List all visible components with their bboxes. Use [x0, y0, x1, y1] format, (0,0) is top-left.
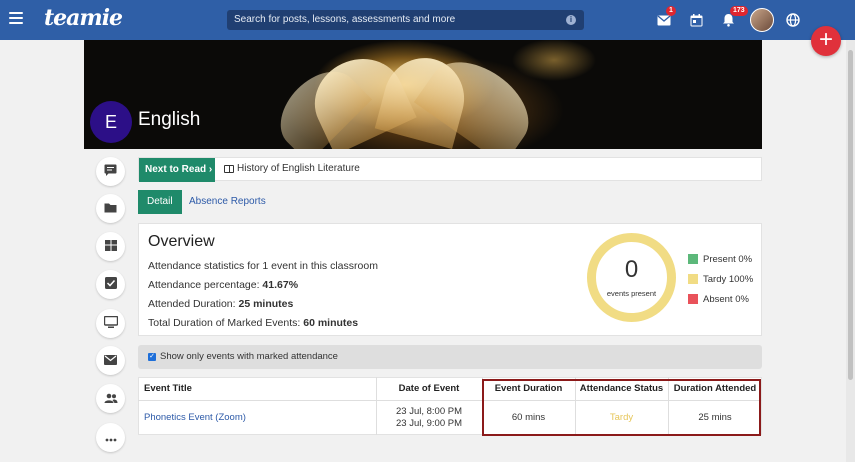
side-messages-button[interactable]	[96, 346, 125, 375]
calendar-icon[interactable]	[686, 10, 706, 30]
marked-attendance-label[interactable]: Show only events with marked attendance	[160, 351, 338, 362]
attendance-percentage: Attendance percentage: 41.67%	[148, 279, 299, 291]
scrollbar-thumb[interactable]	[848, 50, 853, 380]
side-monitor-button[interactable]	[96, 309, 125, 338]
user-avatar[interactable]	[750, 8, 774, 32]
highlight-box	[482, 379, 761, 436]
legend-tardy-swatch	[688, 274, 698, 284]
side-chat-button[interactable]	[96, 157, 125, 186]
legend-absent-swatch	[688, 294, 698, 304]
attended-duration-value: 25 minutes	[238, 298, 294, 310]
search-input[interactable]: Search for posts, lessons, assessments a…	[227, 10, 584, 30]
dashboard-icon	[104, 239, 117, 254]
legend-tardy: Tardy 100%	[703, 274, 754, 285]
search-placeholder: Search for posts, lessons, assessments a…	[234, 14, 456, 25]
total-duration-value: 60 minutes	[303, 317, 359, 329]
classroom-avatar: E	[90, 101, 132, 143]
monitor-icon	[103, 315, 118, 331]
total-duration: Total Duration of Marked Events: 60 minu…	[148, 317, 359, 329]
globe-icon[interactable]	[783, 10, 803, 30]
attendance-percentage-value: 41.67%	[262, 279, 299, 291]
book-icon	[224, 165, 234, 173]
event-date-end: 23 Jul, 9:00 PM	[395, 418, 462, 429]
header-event-title[interactable]: Event Title	[144, 377, 192, 401]
side-attendance-button[interactable]	[96, 270, 125, 299]
people-icon	[104, 392, 118, 406]
mail-icon	[104, 354, 117, 368]
side-more-button[interactable]	[96, 423, 125, 452]
event-date-start: 23 Jul, 8:00 PM	[395, 406, 462, 417]
legend-present-swatch	[688, 254, 698, 264]
teamie-logo[interactable]: teamie	[44, 5, 123, 31]
attendance-statistics-text: Attendance statistics for 1 event in thi…	[148, 260, 378, 272]
info-icon[interactable]: i	[566, 15, 576, 25]
more-icon	[105, 431, 117, 445]
menu-icon[interactable]	[9, 12, 23, 24]
side-folder-button[interactable]	[96, 194, 125, 223]
create-button[interactable]: +	[811, 26, 841, 56]
next-to-read-item[interactable]: History of English Literature	[237, 163, 360, 174]
event-date: 23 Jul, 8:00 PM 23 Jul, 9:00 PM	[376, 406, 482, 430]
checkbox-icon	[104, 277, 117, 292]
header-date-of-event[interactable]: Date of Event	[376, 377, 482, 401]
side-people-button[interactable]	[96, 384, 125, 413]
notifications-badge: 173	[730, 6, 748, 16]
legend-absent: Absent 0%	[703, 294, 749, 305]
classroom-title: English	[138, 109, 201, 130]
marked-attendance-checkbox[interactable]: ✓	[148, 353, 156, 361]
overview-title: Overview	[148, 233, 215, 250]
attended-duration: Attended Duration: 25 minutes	[148, 298, 294, 310]
tab-absence-reports[interactable]: Absence Reports	[180, 190, 275, 214]
chat-icon	[104, 164, 117, 179]
event-title-link[interactable]: Phonetics Event (Zoom)	[144, 412, 246, 423]
top-navigation-bar: teamie Search for posts, lessons, assess…	[0, 0, 855, 40]
folder-icon	[104, 202, 117, 216]
tab-detail[interactable]: Detail	[138, 190, 182, 214]
classroom-banner	[84, 40, 762, 149]
legend-present: Present 0%	[703, 254, 753, 265]
mail-badge: 1	[666, 6, 676, 16]
events-present-count: 0	[624, 256, 639, 283]
next-to-read-button[interactable]: Next to Read ›	[139, 158, 215, 182]
side-dashboard-button[interactable]	[96, 232, 125, 261]
events-present-label: events present	[606, 289, 657, 298]
